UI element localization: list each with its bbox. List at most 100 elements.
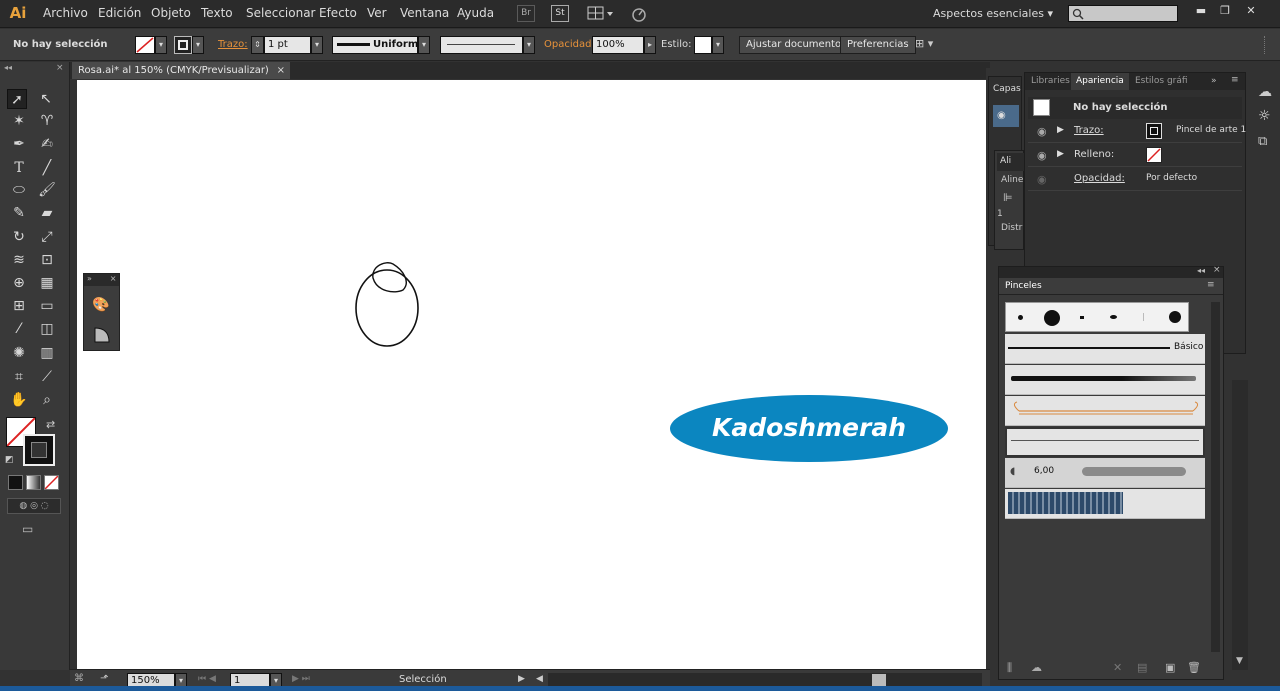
stroke-attribute-label[interactable]: Trazo: — [1074, 125, 1104, 136]
brush-definition[interactable] — [440, 36, 523, 54]
hand-tool-icon[interactable]: ✋ — [9, 390, 29, 410]
variable-width-profile[interactable]: Uniforme — [332, 36, 425, 54]
scroll-left-icon[interactable]: ◀ — [536, 674, 543, 684]
search-input[interactable] — [1068, 5, 1178, 22]
tab-apariencia[interactable]: Apariencia — [1071, 73, 1129, 90]
appearance-row-opacity[interactable]: ◉ Opacidad: Por defecto — [1028, 168, 1242, 191]
menu-objeto[interactable]: Objeto — [151, 6, 191, 20]
menu-ayuda[interactable]: Ayuda — [457, 6, 494, 20]
status-menu-arrow[interactable]: ▶ — [518, 674, 525, 684]
shape-builder-tool-icon[interactable]: ⊕ — [9, 273, 29, 293]
brush-pattern[interactable] — [1005, 489, 1205, 519]
artboard-canvas[interactable]: Kadoshmerah — [77, 80, 986, 669]
none-mode-icon[interactable] — [44, 475, 59, 490]
options-icon[interactable]: ▤ — [1137, 661, 1147, 674]
brush-libraries-icon[interactable]: ⫼ — [1007, 661, 1012, 675]
brushes-title[interactable]: Pinceles — [1005, 281, 1042, 291]
layer-eye-icon[interactable]: ◉ — [993, 105, 1019, 127]
visibility-eye-icon[interactable]: ◉ — [1037, 149, 1047, 162]
disclosure-triangle-icon[interactable]: ▶ — [1057, 149, 1064, 159]
preferences-button[interactable]: Preferencias — [840, 36, 916, 54]
blend-tool-icon[interactable]: ◫ — [37, 319, 57, 339]
pencil-tool-icon[interactable]: ✎ — [9, 203, 29, 223]
remove-brush-stroke-icon[interactable]: ✕ — [1113, 661, 1122, 674]
tools-close-icon[interactable]: × — [56, 63, 64, 73]
warp-tool-icon[interactable]: ≋ — [9, 250, 29, 270]
color-mode-icon[interactable] — [8, 475, 23, 490]
disclosure-triangle-icon[interactable]: ▶ — [1057, 125, 1064, 135]
brush-basic[interactable]: Básico — [1005, 334, 1205, 364]
rotate-tool-icon[interactable]: ↻ — [9, 227, 29, 247]
first-artboard-icon[interactable]: ⏮ ◀ — [198, 674, 216, 684]
menu-archivo[interactable]: Archivo — [43, 6, 88, 20]
brush-dot-icon[interactable] — [1018, 315, 1023, 320]
fill-swatch[interactable] — [135, 36, 155, 54]
fill-dropdown[interactable]: ▾ — [155, 36, 167, 54]
gradient-mode-icon[interactable] — [26, 475, 41, 490]
tab-estilos-graficos[interactable]: Estilos gráfi — [1135, 76, 1188, 86]
curvature-tool-icon[interactable]: ✍ — [37, 134, 57, 154]
stroke-swatch[interactable] — [174, 36, 192, 54]
appearance-icon[interactable]: ☼ — [1258, 108, 1278, 128]
menu-ver[interactable]: Ver — [367, 6, 387, 20]
style-dropdown[interactable]: ▾ — [712, 36, 724, 54]
layers-title[interactable]: Capas — [993, 84, 1021, 94]
collapse-icon[interactable]: ◂◂ — [4, 63, 12, 72]
opacity-attribute-label[interactable]: Opacidad: — [1074, 173, 1125, 184]
bridge-icon[interactable]: Br — [517, 5, 535, 22]
brush-bristle[interactable]: ◖ 6,00 — [1005, 458, 1205, 488]
perspective-grid-tool-icon[interactable]: ▦ — [37, 273, 57, 293]
arrange-icon[interactable]: ⊞ ▾ — [915, 37, 949, 53]
stock-icon[interactable]: St — [551, 5, 569, 22]
opacity-label[interactable]: Opacidad: — [544, 39, 595, 50]
opacity-field[interactable]: 100% — [592, 36, 644, 54]
column-graph-tool-icon[interactable]: ▥ — [37, 343, 57, 363]
scale-tool-icon[interactable]: ⤢ — [37, 227, 57, 247]
collapse-panel-icon[interactable]: ◂◂ — [1197, 266, 1205, 275]
arrange-documents-icon[interactable] — [587, 5, 617, 22]
opacity-arrow[interactable]: ▸ — [644, 36, 656, 54]
brush-selected-thin[interactable] — [1005, 427, 1205, 457]
graphic-styles-icon[interactable]: ⧉ — [1258, 134, 1278, 154]
panel-menu-icon[interactable]: ≡ — [1231, 75, 1239, 85]
document-tab[interactable]: Rosa.ai* al 150% (CMYK/Previsualizar) × — [72, 62, 290, 79]
panel-menu-icon[interactable]: ≡ — [1207, 280, 1215, 290]
minimize-button[interactable]: ▬ — [1192, 3, 1210, 18]
stroke-stepper[interactable]: ⇕ — [251, 36, 264, 54]
brush-ornament[interactable] — [1005, 396, 1205, 426]
visibility-eye-icon[interactable]: ◉ — [1037, 125, 1047, 138]
brush-dot-icon[interactable] — [1110, 315, 1117, 319]
appearance-row-fill[interactable]: ◉ ▶ Relleno: — [1028, 144, 1242, 167]
stroke-dropdown[interactable]: ▾ — [192, 36, 204, 54]
default-colors-icon[interactable]: ◩ — [5, 455, 14, 465]
stroke-weight-dropdown[interactable]: ▾ — [311, 36, 323, 54]
stroke-weight-field[interactable]: 1 pt — [264, 36, 311, 54]
close-button[interactable]: ✕ — [1242, 3, 1260, 18]
egg-sketch[interactable] — [351, 258, 423, 350]
magic-wand-tool-icon[interactable]: ✶ — [9, 111, 29, 131]
free-transform-tool-icon[interactable]: ⊡ — [37, 250, 57, 270]
dock-scrollbar[interactable]: ▼ — [1232, 380, 1248, 670]
delete-brush-icon[interactable]: 🗑 — [1187, 661, 1201, 674]
tab-libraries[interactable]: Libraries — [1031, 76, 1070, 86]
brushes-drag-bar[interactable]: ◂◂ × — [999, 265, 1223, 278]
close-icon[interactable]: × — [277, 62, 285, 79]
gradient-tool-icon[interactable]: ▭ — [37, 296, 57, 316]
menu-edicion[interactable]: Edición — [98, 6, 141, 20]
calligraphic-brushes-row[interactable] — [1005, 302, 1189, 332]
stroke-label[interactable]: Trazo: — [218, 39, 248, 50]
menu-seleccionar[interactable]: Seleccionar — [246, 6, 315, 20]
grip-icon[interactable] — [1264, 36, 1274, 54]
brush-dot-icon[interactable] — [1169, 311, 1181, 323]
brush-dot-icon[interactable] — [1080, 316, 1084, 319]
close-panel-icon[interactable]: × — [1213, 265, 1221, 275]
screen-mode-icon[interactable]: ▭ — [22, 522, 44, 538]
profile-dropdown[interactable]: ▾ — [418, 36, 430, 54]
align-title[interactable]: Ali — [997, 153, 1025, 171]
floating-panel-header[interactable]: » × — [84, 274, 119, 286]
color-guide-icon[interactable]: 🎨 — [92, 297, 112, 317]
menu-efecto[interactable]: Efecto — [319, 6, 357, 20]
zoom-tool-icon[interactable]: ⌕ — [37, 390, 57, 410]
swap-fill-stroke-icon[interactable]: ⇄ — [46, 418, 55, 431]
expand-icon[interactable]: » — [1211, 76, 1217, 86]
